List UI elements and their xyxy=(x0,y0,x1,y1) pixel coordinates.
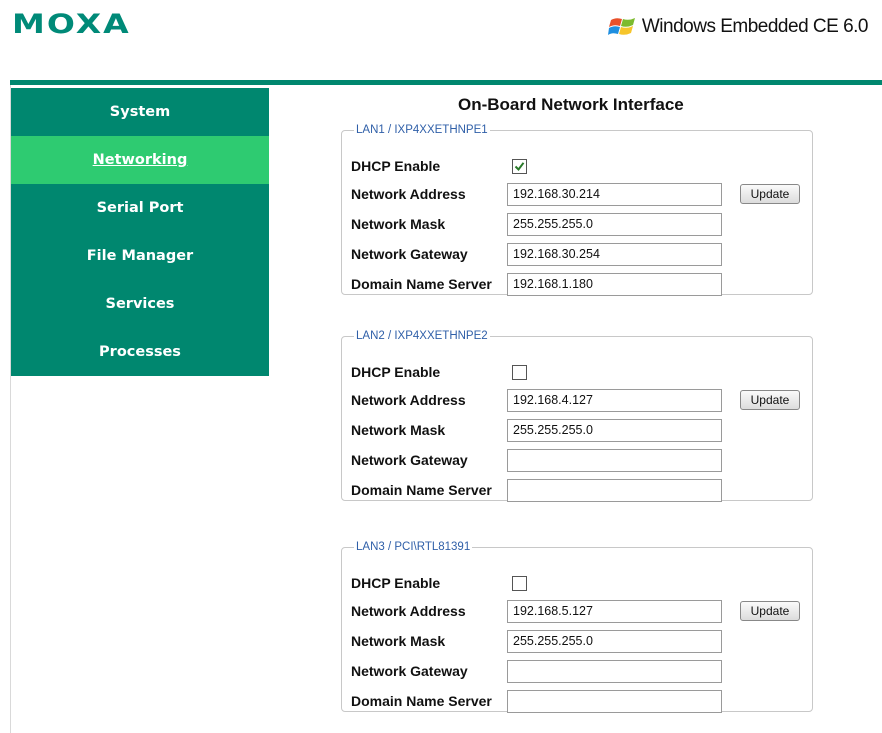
dns-input[interactable]: 192.168.1.180 xyxy=(507,272,722,296)
dns-label: Domain Name Server xyxy=(351,276,492,292)
dhcp-checkbox[interactable] xyxy=(512,158,527,174)
dhcp-row: DHCP Enable xyxy=(351,571,527,595)
dhcp-checkbox[interactable] xyxy=(512,364,527,380)
gateway-input[interactable] xyxy=(507,448,722,472)
sidebar-item-services[interactable]: Services xyxy=(11,280,269,328)
mask-input[interactable]: 255.255.255.0 xyxy=(507,629,722,653)
gateway-label: Network Gateway xyxy=(351,452,468,468)
lan3-legend: LAN3 / PCI\RTL81391 xyxy=(356,541,471,553)
lan1-legend: LAN1 / IXP4XXETHNPE1 xyxy=(356,124,488,136)
moxa-logo: MOXA xyxy=(12,8,131,40)
dns-input[interactable] xyxy=(507,478,722,502)
sidebar-item-processes[interactable]: Processes xyxy=(11,328,269,376)
windows-flag-icon xyxy=(607,18,635,35)
address-input[interactable]: 192.168.4.127 xyxy=(507,388,722,412)
dns-row: Domain Name Server xyxy=(351,689,722,713)
address-row: Network Address 192.168.5.127 xyxy=(351,599,722,623)
header-divider xyxy=(10,80,882,85)
gateway-row: Network Gateway xyxy=(351,448,722,472)
address-label: Network Address xyxy=(351,603,466,619)
mask-row: Network Mask 255.255.255.0 xyxy=(351,629,722,653)
mask-row: Network Mask 255.255.255.0 xyxy=(351,212,722,236)
update-button[interactable]: Update xyxy=(740,390,800,410)
dns-row: Domain Name Server xyxy=(351,478,722,502)
dns-row: Domain Name Server 192.168.1.180 xyxy=(351,272,722,296)
mask-label: Network Mask xyxy=(351,216,446,232)
dns-label: Domain Name Server xyxy=(351,693,492,709)
gateway-row: Network Gateway 192.168.30.254 xyxy=(351,242,722,266)
os-label: Windows Embedded CE 6.0 xyxy=(641,16,869,37)
address-label: Network Address xyxy=(351,392,466,408)
dns-label: Domain Name Server xyxy=(351,482,492,498)
gateway-input[interactable]: 192.168.30.254 xyxy=(507,242,722,266)
mask-input[interactable]: 255.255.255.0 xyxy=(507,212,722,236)
sidebar-item-networking[interactable]: Networking xyxy=(11,136,269,184)
dhcp-label: DHCP Enable xyxy=(351,364,441,380)
sidebar-item-file-manager[interactable]: File Manager xyxy=(11,232,269,280)
page-title: On-Board Network Interface xyxy=(458,95,684,114)
gateway-input[interactable] xyxy=(507,659,722,683)
dhcp-checkbox[interactable] xyxy=(512,575,527,591)
sidebar: System Networking Serial Port File Manag… xyxy=(11,88,269,376)
update-button[interactable]: Update xyxy=(740,601,800,621)
sidebar-item-system[interactable]: System xyxy=(11,88,269,136)
dhcp-label: DHCP Enable xyxy=(351,158,441,174)
gateway-label: Network Gateway xyxy=(351,663,468,679)
lan2-group: LAN2 / IXP4XXETHNPE2 DHCP Enable Network… xyxy=(341,330,813,502)
mask-label: Network Mask xyxy=(351,422,446,438)
lan2-legend: LAN2 / IXP4XXETHNPE2 xyxy=(356,330,488,342)
gateway-row: Network Gateway xyxy=(351,659,722,683)
dns-input[interactable] xyxy=(507,689,722,713)
dhcp-row: DHCP Enable xyxy=(351,154,527,178)
dhcp-label: DHCP Enable xyxy=(351,575,441,591)
mask-input[interactable]: 255.255.255.0 xyxy=(507,418,722,442)
lan1-group: LAN1 / IXP4XXETHNPE1 DHCP Enable Network… xyxy=(341,124,813,296)
sidebar-item-serial-port[interactable]: Serial Port xyxy=(11,184,269,232)
address-input[interactable]: 192.168.30.214 xyxy=(507,182,722,206)
mask-label: Network Mask xyxy=(351,633,446,649)
address-row: Network Address 192.168.30.214 xyxy=(351,182,722,206)
lan3-group: LAN3 / PCI\RTL81391 DHCP Enable Network … xyxy=(341,541,813,713)
address-row: Network Address 192.168.4.127 xyxy=(351,388,722,412)
dhcp-row: DHCP Enable xyxy=(351,360,527,384)
update-button[interactable]: Update xyxy=(740,184,800,204)
address-label: Network Address xyxy=(351,186,466,202)
mask-row: Network Mask 255.255.255.0 xyxy=(351,418,722,442)
os-brand: Windows Embedded CE 6.0 xyxy=(607,10,869,44)
checkmark-icon xyxy=(514,161,525,171)
gateway-label: Network Gateway xyxy=(351,246,468,262)
address-input[interactable]: 192.168.5.127 xyxy=(507,599,722,623)
